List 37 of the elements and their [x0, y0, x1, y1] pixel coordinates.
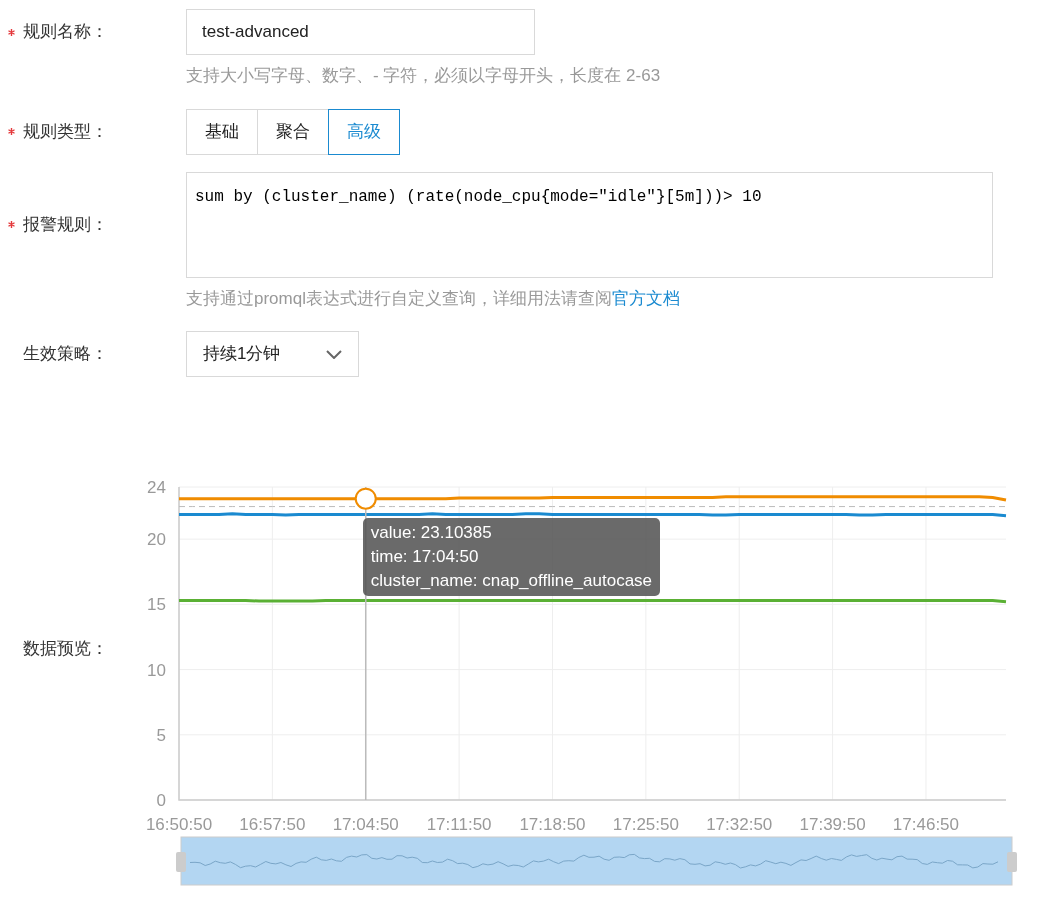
x-tick-label: 17:39:50 [799, 815, 866, 834]
rule-expression-input[interactable]: sum by (cluster_name) (rate(node_cpu{mode="idle"}[5m]))> 10 [186, 171, 993, 278]
y-tick-label: 0 [156, 791, 166, 810]
field-label: 报警规则： [23, 213, 108, 236]
x-tick-label: 17:04:50 [332, 815, 399, 834]
slider-handle[interactable] [176, 852, 186, 872]
x-tick-label: 17:18:50 [519, 815, 586, 834]
x-tick-label: 17:11:50 [426, 815, 492, 834]
field-label: 规则类型： [23, 120, 108, 143]
tooltip-text: value: 23.10385 [370, 522, 493, 544]
y-tick-label: 15 [147, 595, 166, 615]
type-tab[interactable]: 基础 [186, 108, 258, 155]
y-tick-label: 20 [147, 530, 166, 550]
field-label: 数据预览： [22, 638, 109, 661]
field-label: 生效策略： [23, 343, 108, 366]
x-tick-label: 17:46:50 [892, 815, 960, 834]
docs-link[interactable]: 官方文档 [611, 288, 680, 308]
type-tab[interactable]: 高级 [328, 108, 400, 155]
duration-select[interactable]: 持续1分钟 [186, 331, 359, 377]
field-label: 规则名称： [23, 21, 108, 44]
x-tick-label: 16:57:50 [239, 815, 306, 834]
chevron-down-icon [326, 349, 342, 359]
x-tick-label: 17:25:50 [612, 815, 679, 834]
slider-handle[interactable] [1007, 852, 1017, 872]
hover-point-marker [354, 487, 377, 510]
field-hint: 支持通过promql表达式进行自定义查询，详细用法请查阅 [186, 288, 612, 308]
x-tick-label: 17:32:50 [706, 815, 773, 834]
zoom-slider-track[interactable] [180, 836, 1013, 886]
rule-name-input[interactable]: test-advanced [186, 9, 535, 55]
y-tick-label: 24 [147, 478, 166, 497]
type-tab[interactable]: 聚合 [257, 108, 329, 155]
x-tick-label: 16:50:50 [145, 815, 213, 834]
y-tick-label: 5 [156, 725, 166, 745]
tooltip-text: time: 17:04:50 [370, 546, 480, 568]
field-hint: 支持大小写字母、数字、- 字符，必须以字母开头，长度在 2-63 [186, 65, 662, 87]
y-tick-label: 10 [147, 660, 166, 680]
tooltip-text: cluster_name: cnap_offline_autocase [370, 570, 653, 592]
